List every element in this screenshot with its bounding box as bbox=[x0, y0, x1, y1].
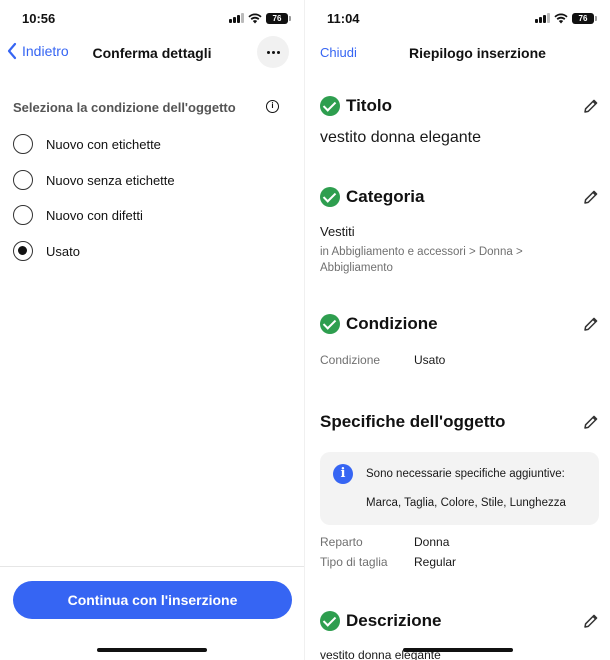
battery-icon: 76 bbox=[266, 12, 291, 24]
condizione-value: Usato bbox=[414, 353, 446, 367]
radio-checked-icon bbox=[13, 241, 33, 261]
nav-bar: Indietro Conferma dettagli bbox=[0, 36, 304, 70]
more-options-button[interactable] bbox=[257, 36, 289, 68]
continue-listing-button[interactable]: Continua con l'inserzione bbox=[13, 581, 292, 619]
check-circle-icon bbox=[320, 611, 340, 631]
section-descrizione-header: Descrizione bbox=[320, 610, 441, 632]
section-titolo-header: Titolo bbox=[320, 95, 392, 117]
wifi-icon bbox=[248, 13, 262, 23]
spec-value-reparto: Donna bbox=[414, 535, 450, 549]
condition-screen: 10:56 76 Indietro Conferma dettagli Sele… bbox=[0, 0, 305, 660]
section-specifiche-header: Specifiche dell'oggetto bbox=[320, 412, 506, 431]
status-time: 10:56 bbox=[22, 11, 56, 26]
home-indicator bbox=[402, 648, 513, 652]
section-categoria-header: Categoria bbox=[320, 186, 424, 208]
more-dots-icon bbox=[266, 50, 270, 54]
spec-key-reparto: Reparto bbox=[320, 535, 363, 549]
status-bar: 10:56 76 bbox=[0, 0, 304, 34]
info-box-text: Sono necessarie specifiche aggiuntive: bbox=[366, 468, 565, 480]
status-time: 11:04 bbox=[327, 11, 360, 26]
categoria-value: Vestiti bbox=[320, 224, 355, 239]
spec-key-tipo-taglia: Tipo di taglia bbox=[320, 555, 388, 569]
info-circle-icon: i bbox=[333, 464, 353, 484]
option-nuovo-senza-etichette[interactable]: Nuovo senza etichette bbox=[13, 169, 175, 191]
nav-bar: Chiudi Riepilogo inserzione bbox=[305, 36, 610, 70]
home-indicator bbox=[97, 648, 207, 652]
option-nuovo-con-difetti[interactable]: Nuovo con difetti bbox=[13, 204, 143, 226]
spec-value-tipo-taglia: Regular bbox=[414, 555, 457, 569]
radio-icon bbox=[13, 170, 33, 190]
titolo-value: vestito donna elegante bbox=[320, 129, 482, 146]
battery-icon: 76 bbox=[572, 12, 597, 24]
radio-icon bbox=[13, 134, 33, 154]
info-icon[interactable]: i bbox=[266, 100, 279, 113]
edit-condizione-pencil-icon[interactable] bbox=[583, 316, 599, 332]
edit-descrizione-pencil-icon[interactable] bbox=[583, 613, 599, 629]
categoria-path: in Abbigliamento e accessori > Donna > A… bbox=[320, 246, 523, 274]
summary-screen: 11:04 76 Chiudi Riepilogo inserzione Tit… bbox=[305, 0, 610, 660]
option-usato[interactable]: Usato bbox=[13, 240, 80, 262]
check-circle-icon bbox=[320, 96, 340, 116]
option-nuovo-con-etichette[interactable]: Nuovo con etichette bbox=[13, 133, 161, 155]
page-title: Riepilogo inserzione bbox=[409, 45, 546, 61]
info-box-list: Marca, Taglia, Colore, Stile, Lunghezza bbox=[366, 497, 566, 509]
edit-titolo-pencil-icon[interactable] bbox=[583, 98, 599, 114]
condizione-key: Condizione bbox=[320, 353, 381, 367]
check-circle-icon bbox=[320, 314, 340, 334]
radio-icon bbox=[13, 205, 33, 225]
check-circle-icon bbox=[320, 187, 340, 207]
signal-icon bbox=[535, 13, 550, 23]
specifiche-info-box: i Sono necessarie specifiche aggiuntive:… bbox=[320, 452, 599, 525]
signal-icon bbox=[229, 13, 244, 23]
status-bar: 11:04 76 bbox=[305, 0, 610, 34]
wifi-icon bbox=[554, 13, 568, 23]
section-condizione-header: Condizione bbox=[320, 313, 438, 335]
condition-section-label: Seleziona la condizione dell'oggetto bbox=[13, 100, 236, 115]
divider bbox=[0, 566, 304, 567]
edit-categoria-pencil-icon[interactable] bbox=[583, 189, 599, 205]
edit-specifiche-pencil-icon[interactable] bbox=[583, 414, 599, 430]
